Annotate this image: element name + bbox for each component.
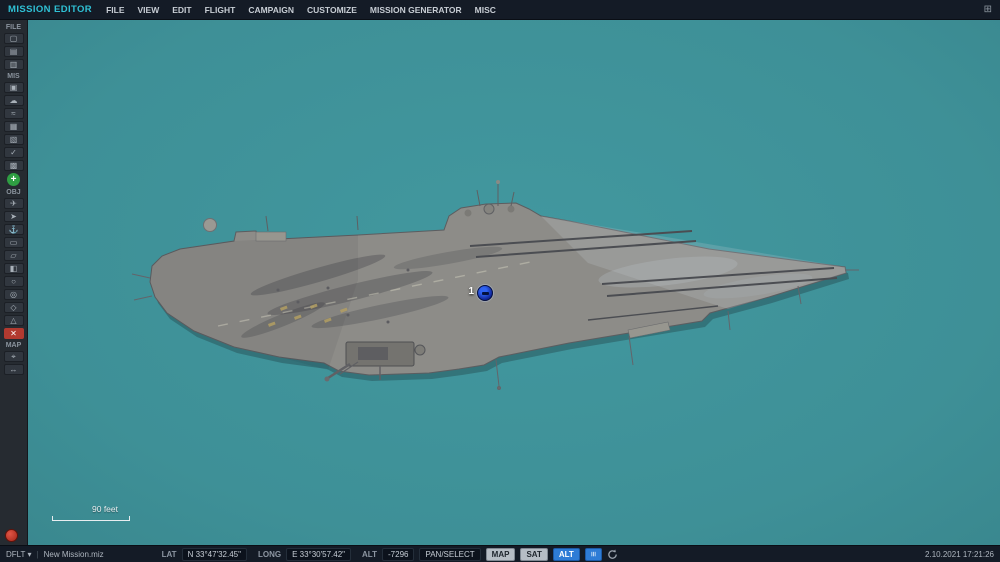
long-label: LONG	[257, 549, 282, 559]
mission-file-name: New Mission.miz	[43, 549, 104, 559]
scale-line	[52, 516, 130, 521]
layer-preset-value: DFLT	[6, 549, 26, 559]
toolbar: FILE ▢ ▤ ▥ MIS ▣ ☁ ≈ ▦ ▧ ✓ ▩ + OBJ ✈ ➤ ⚓ ▭ ▱ ◧ ○ ◎ ◇ △ ✕ MAP ⌖ ↔	[0, 20, 28, 545]
carrier-top-view	[131, 180, 859, 390]
weather-icon[interactable]: ☁	[3, 95, 24, 106]
status-bar: DFLT ▾ | New Mission.miz LAT N 33°47'32.…	[0, 545, 1000, 562]
alt-label: ALT	[362, 549, 377, 559]
routes-icon[interactable]: ≈	[3, 108, 24, 119]
app-title: MISSION EDITOR	[8, 4, 93, 15]
alt-value: -7296	[382, 547, 415, 561]
datetime: 2.10.2021 17:21:26	[925, 549, 994, 559]
template-icon[interactable]: ◧	[3, 263, 24, 274]
mission-options-icon[interactable]: ▦	[3, 121, 24, 132]
pan-select-mode-button[interactable]: PAN/SELECT	[419, 547, 481, 561]
long-value: E 33°30'57.42"	[286, 547, 352, 561]
lat-label: LAT	[161, 549, 177, 559]
goals-icon[interactable]: ✓	[3, 147, 24, 158]
refresh-button[interactable]	[607, 549, 618, 560]
carrier-hull	[149, 202, 847, 376]
menu-item-misc[interactable]: MISC	[475, 5, 496, 15]
chevron-down-icon: ▾	[27, 549, 32, 559]
scale-label: 90 feet	[92, 504, 118, 514]
window-controls-icon[interactable]: ⊞	[984, 4, 992, 15]
menu-item-campaign[interactable]: CAMPAIGN	[248, 5, 294, 15]
map-scale: 90 feet	[52, 504, 130, 521]
helicopter-icon[interactable]: ➤	[3, 211, 24, 222]
unit-label: 1	[468, 286, 474, 297]
menu-item-view[interactable]: VIEW	[138, 5, 160, 15]
map-layer-button[interactable]: MAP	[485, 547, 516, 561]
ship-icon[interactable]: ⚓	[3, 224, 24, 235]
effects-icon[interactable]: ◇	[3, 302, 24, 313]
summary-icon[interactable]: ▩	[3, 160, 24, 171]
map-viewport[interactable]: 1 90 feet	[28, 20, 1000, 545]
delete-icon[interactable]: ✕	[3, 328, 24, 339]
alt-layer-button[interactable]: ALT	[552, 547, 580, 561]
toolbar-sections: FILE ▢ ▤ ▥ MIS ▣ ☁ ≈ ▦ ▧ ✓ ▩ + OBJ ✈ ➤ ⚓ ▭ ▱ ◧ ○ ◎ ◇ △ ✕ MAP ⌖ ↔	[0, 24, 27, 375]
open-mission-icon[interactable]: ▤	[3, 46, 24, 57]
menu-item-file[interactable]: FILE	[106, 5, 124, 15]
refresh-icon	[608, 549, 617, 559]
triggers-icon[interactable]: ▧	[3, 134, 24, 145]
ruler-tool-button[interactable]: ≡	[584, 547, 603, 561]
save-mission-icon[interactable]: ▥	[3, 59, 24, 70]
measure-distance-icon[interactable]: ↔	[3, 364, 24, 375]
toolbar-section-mis: MIS	[7, 73, 20, 80]
menu-item-flight[interactable]: FLIGHT	[205, 5, 236, 15]
layer-preset-dropdown[interactable]: DFLT ▾	[6, 550, 32, 559]
vehicle-icon[interactable]: ▭	[3, 237, 24, 248]
toolbar-section-obj: OBJ	[6, 189, 21, 196]
briefing-icon[interactable]: ▣	[3, 82, 24, 93]
sat-layer-button[interactable]: SAT	[520, 547, 548, 561]
zone-icon[interactable]: ○	[3, 276, 24, 287]
new-mission-icon[interactable]: ▢	[3, 33, 24, 44]
map-options-icon[interactable]: ⌖	[3, 351, 24, 362]
toolbar-section-file: FILE	[5, 24, 22, 31]
menu-item-customize[interactable]: CUSTOMIZE	[307, 5, 357, 15]
title-bar: MISSION EDITOR FILE VIEW EDIT FLIGHT CAMPAIG…	[0, 0, 1000, 20]
menu-item-mission-generator[interactable]: MISSION GENERATOR	[370, 5, 462, 15]
lat-value: N 33°47'32.45"	[181, 547, 247, 561]
exit-button[interactable]	[5, 529, 18, 542]
ruler-icon: ≡	[588, 551, 599, 557]
unit-marker[interactable]	[477, 285, 493, 301]
label-icon[interactable]: △	[3, 315, 24, 326]
bullseye-icon[interactable]: ◎	[3, 289, 24, 300]
menu-item-edit[interactable]: EDIT	[172, 5, 191, 15]
toolbar-section-map: MAP	[5, 342, 22, 349]
separator: |	[36, 549, 39, 559]
aircraft-icon[interactable]: ✈	[3, 198, 24, 209]
add-unit-icon[interactable]: +	[7, 173, 20, 186]
static-object-icon[interactable]: ▱	[3, 250, 24, 261]
menu-bar: FILE VIEW EDIT FLIGHT CAMPAIGN CUSTOMIZE MISSI…	[106, 5, 496, 15]
